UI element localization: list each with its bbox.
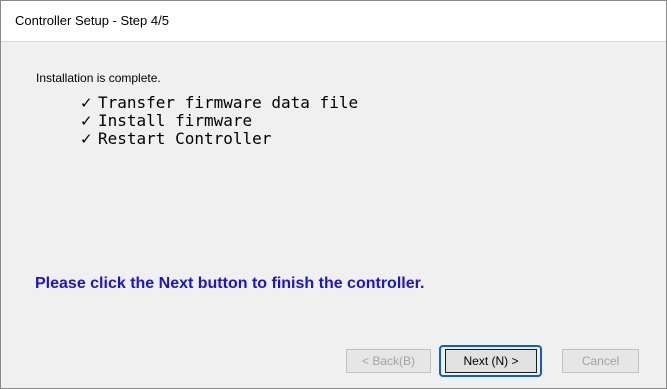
step-label: Transfer firmware data file: [98, 93, 359, 112]
window-title: Controller Setup - Step 4/5: [15, 13, 169, 28]
step-item-install: ✓ Install firmware: [80, 111, 358, 131]
back-button[interactable]: < Back(B): [346, 349, 431, 373]
instruction-text: Please click the Next button to finish t…: [35, 275, 425, 292]
checkmark-icon: ✓: [80, 130, 93, 148]
checkmark-icon: ✓: [80, 112, 93, 130]
checkmark-icon: ✓: [80, 94, 93, 112]
setup-dialog: Controller Setup - Step 4/5 Installation…: [0, 0, 667, 389]
title-bar: Controller Setup - Step 4/5: [1, 1, 666, 42]
dialog-content: Installation is complete. ✓ Transfer firm…: [1, 42, 666, 388]
step-item-transfer: ✓ Transfer firmware data file: [80, 93, 359, 113]
completed-steps-list: ✓ Transfer firmware data file ✓ Install fi…: [80, 93, 359, 149]
step-label: Restart Controller: [98, 129, 272, 148]
next-button[interactable]: Next (N) >: [445, 349, 537, 373]
step-item-restart: ✓ Restart Controller: [80, 129, 358, 149]
status-text: Installation is complete.: [36, 71, 161, 85]
cancel-button[interactable]: Cancel: [562, 349, 639, 373]
step-label: Install firmware: [98, 111, 253, 130]
